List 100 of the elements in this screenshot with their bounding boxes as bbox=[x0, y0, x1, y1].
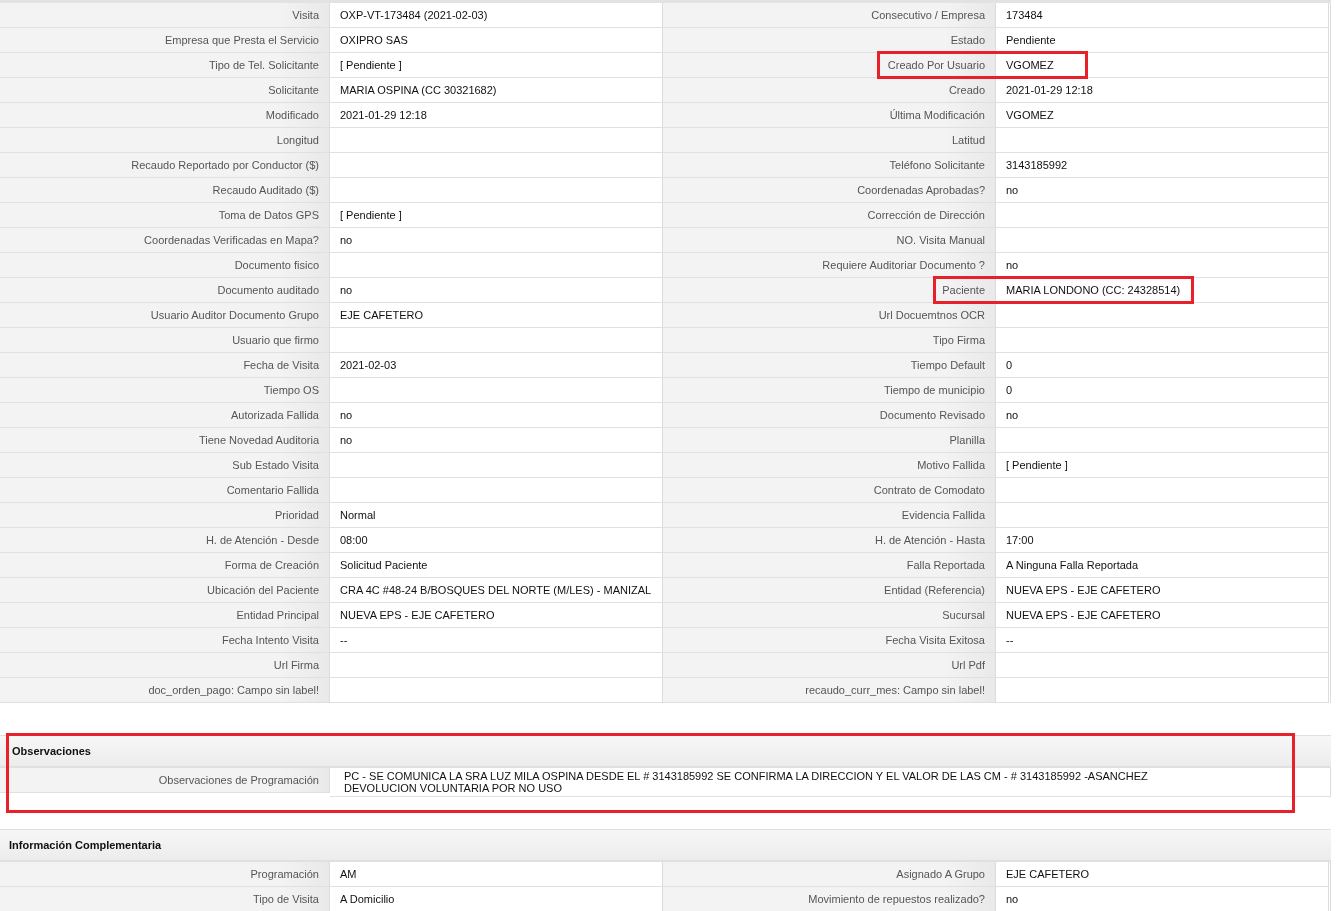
field-label: Entidad (Referencia) bbox=[663, 578, 996, 603]
field-value: Pendiente bbox=[996, 28, 1329, 53]
field-label: Visita bbox=[0, 3, 330, 28]
field-value: no bbox=[330, 403, 663, 428]
field-value: NUEVA EPS - EJE CAFETERO bbox=[996, 603, 1329, 628]
field-label: Falla Reportada bbox=[663, 553, 996, 578]
field-label: Coordenadas Verificadas en Mapa? bbox=[0, 228, 330, 253]
field-value: 2021-01-29 12:18 bbox=[330, 103, 663, 128]
field-label: Tiene Novedad Auditoria bbox=[0, 428, 330, 453]
field-label: Modificado bbox=[0, 103, 330, 128]
field-label: Teléfono Solicitante bbox=[663, 153, 996, 178]
field-label: Documento fisico bbox=[0, 253, 330, 278]
field-value: no bbox=[996, 178, 1329, 203]
field-value: 3143185992 bbox=[996, 153, 1329, 178]
field-value: no bbox=[996, 887, 1329, 911]
field-value: no bbox=[330, 278, 663, 303]
field-label: Url Firma bbox=[0, 653, 330, 678]
field-value: NUEVA EPS - EJE CAFETERO bbox=[996, 578, 1329, 603]
field-label: Fecha Intento Visita bbox=[0, 628, 330, 653]
field-value: no bbox=[996, 253, 1329, 278]
field-label: Latitud bbox=[663, 128, 996, 153]
field-value: PC - SE COMUNICA LA SRA LUZ MILA OSPINA DESDE EL # 3143185992 SE CONFIRMA LA DIRECCION Y EL VALOR DE LAS CM - # 3143185992 -ASANCHEZ DEVOLUCION VOLUNTARIA POR NO USO bbox=[330, 768, 1331, 797]
field-value: A Ninguna Falla Reportada bbox=[996, 553, 1329, 578]
field-label: Corrección de Dirección bbox=[663, 203, 996, 228]
field-label: NO. Visita Manual bbox=[663, 228, 996, 253]
field-value: VGOMEZ bbox=[996, 103, 1329, 128]
field-value: OXP-VT-173484 (2021-02-03) bbox=[330, 3, 663, 28]
field-label: doc_orden_pago: Campo sin label! bbox=[0, 678, 330, 703]
field-label: Prioridad bbox=[0, 503, 330, 528]
field-label: Consecutivo / Empresa bbox=[663, 3, 996, 28]
field-label: recaudo_curr_mes: Campo sin label! bbox=[663, 678, 996, 703]
field-value: 173484 bbox=[996, 3, 1329, 28]
field-label: Movimiento de repuestos realizado? bbox=[663, 887, 996, 911]
field-label: Tipo de Visita bbox=[0, 887, 330, 911]
field-value: Solicitud Paciente bbox=[330, 553, 663, 578]
field-label: Planilla bbox=[663, 428, 996, 453]
field-value: 0 bbox=[996, 378, 1329, 403]
field-label: Asignado A Grupo bbox=[663, 862, 996, 887]
field-label: Programación bbox=[0, 862, 330, 887]
field-label: Sucursal bbox=[663, 603, 996, 628]
field-label: Estado bbox=[663, 28, 996, 53]
field-label: Solicitante bbox=[0, 78, 330, 103]
field-label: Tipo Firma bbox=[663, 328, 996, 353]
field-label: Última Modificación bbox=[663, 103, 996, 128]
field-label: Sub Estado Visita bbox=[0, 453, 330, 478]
field-label: Tipo de Tel. Solicitante bbox=[0, 53, 330, 78]
field-label: Usuario Auditor Documento Grupo bbox=[0, 303, 330, 328]
field-label: Documento auditado bbox=[0, 278, 330, 303]
field-label: Entidad Principal bbox=[0, 603, 330, 628]
field-label: Tiempo Default bbox=[663, 353, 996, 378]
field-label: Usuario que firmo bbox=[0, 328, 330, 353]
field-value: no bbox=[996, 403, 1329, 428]
field-value: MARIA OSPINA (CC 30321682) bbox=[330, 78, 663, 103]
field-value: [ Pendiente ] bbox=[330, 53, 663, 78]
field-value: Normal bbox=[330, 503, 663, 528]
field-label: Tiempo OS bbox=[0, 378, 330, 403]
field-label: Url Pdf bbox=[663, 653, 996, 678]
field-label: Evidencia Fallida bbox=[663, 503, 996, 528]
field-label: Recaudo Reportado por Conductor ($) bbox=[0, 153, 330, 178]
field-label: Observaciones de Programación bbox=[0, 768, 330, 793]
field-value: 2021-02-03 bbox=[330, 353, 663, 378]
field-value: -- bbox=[330, 628, 663, 653]
field-label: Toma de Datos GPS bbox=[0, 203, 330, 228]
field-label: Forma de Creación bbox=[0, 553, 330, 578]
field-value: -- bbox=[996, 628, 1329, 653]
field-label: Documento Revisado bbox=[663, 403, 996, 428]
section-title: Observaciones bbox=[0, 735, 1331, 768]
field-label: Empresa que Presta el Servicio bbox=[0, 28, 330, 53]
field-value: 2021-01-29 12:18 bbox=[996, 78, 1329, 103]
field-value: no bbox=[330, 428, 663, 453]
field-label: Fecha de Visita bbox=[0, 353, 330, 378]
field-value: no bbox=[330, 228, 663, 253]
field-label: H. de Atención - Desde bbox=[0, 528, 330, 553]
field-label: Requiere Auditoriar Documento ? bbox=[663, 253, 996, 278]
field-label: Comentario Fallida bbox=[0, 478, 330, 503]
field-label: Contrato de Comodato bbox=[663, 478, 996, 503]
field-value: 0 bbox=[996, 353, 1329, 378]
field-value: CRA 4C #48-24 B/BOSQUES DEL NORTE (M/LES) - MANIZAL bbox=[330, 578, 663, 603]
field-label: Creado bbox=[663, 78, 996, 103]
field-label: Coordenadas Aprobadas? bbox=[663, 178, 996, 203]
field-label: Ubicación del Paciente bbox=[0, 578, 330, 603]
field-value: MARIA LONDONO (CC: 24328514) bbox=[996, 278, 1329, 303]
field-value: 17:00 bbox=[996, 528, 1329, 553]
field-value: VGOMEZ bbox=[996, 53, 1329, 78]
field-label: Fecha Visita Exitosa bbox=[663, 628, 996, 653]
field-label: Recaudo Auditado ($) bbox=[0, 178, 330, 203]
field-label: Tiempo de municipio bbox=[663, 378, 996, 403]
field-label: H. de Atención - Hasta bbox=[663, 528, 996, 553]
field-value: 08:00 bbox=[330, 528, 663, 553]
field-value: EJE CAFETERO bbox=[996, 862, 1329, 887]
field-value: AM bbox=[330, 862, 663, 887]
field-label: Url Docuemtnos OCR bbox=[663, 303, 996, 328]
field-value: [ Pendiente ] bbox=[330, 203, 663, 228]
field-value: EJE CAFETERO bbox=[330, 303, 663, 328]
field-label: Autorizada Fallida bbox=[0, 403, 330, 428]
section-title: Información Complementaria bbox=[0, 829, 1331, 862]
field-label: Longitud bbox=[0, 128, 330, 153]
field-value: NUEVA EPS - EJE CAFETERO bbox=[330, 603, 663, 628]
field-value: [ Pendiente ] bbox=[996, 453, 1329, 478]
field-label: Motivo Fallida bbox=[663, 453, 996, 478]
